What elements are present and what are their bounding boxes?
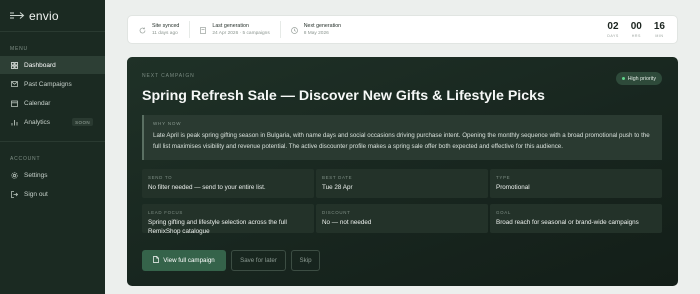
countdown-days: 02 DAYS xyxy=(607,20,619,38)
field-value: No — not needed xyxy=(322,219,372,226)
field-label: BEST DATE xyxy=(322,175,353,180)
field-value: Tue 28 Apr xyxy=(322,184,353,191)
sidebar-item-label: Sign out xyxy=(24,190,48,198)
field-best-date: BEST DATE Tue 28 Apr xyxy=(316,169,488,198)
mail-icon xyxy=(11,81,18,88)
why-now-text: Late April is peak spring gifting season… xyxy=(153,132,650,150)
bar-chart-icon xyxy=(11,119,18,126)
soon-badge: SOON xyxy=(72,118,93,126)
sidebar-item-calendar[interactable]: Calendar xyxy=(0,94,105,112)
sidebar-item-past-campaigns[interactable]: Past Campaigns xyxy=(0,75,105,93)
sign-out-icon xyxy=(11,190,18,198)
last-generation-title: Last generation xyxy=(212,23,249,29)
countdown-hours-label: HRS xyxy=(631,33,641,38)
countdown-hours: 00 HRS xyxy=(630,20,642,38)
countdown-timer: 02 DAYS 00 HRS 16 MIN xyxy=(607,20,677,38)
gear-icon xyxy=(11,171,18,179)
field-value: No filter needed — send to your entire l… xyxy=(148,184,266,191)
field-label: LEAD FOCUS xyxy=(148,210,184,215)
document-icon xyxy=(153,256,160,265)
sidebar-item-settings[interactable]: Settings xyxy=(0,166,105,184)
grid-icon xyxy=(11,61,18,69)
last-generation-detail: 24 Apr 2026 · 5 campaigns xyxy=(212,31,270,36)
sidebar-item-dashboard[interactable]: Dashboard xyxy=(0,56,105,74)
countdown-hours-value: 00 xyxy=(630,20,642,32)
account-heading: ACCOUNT xyxy=(10,156,41,162)
clock-icon xyxy=(290,21,298,39)
campaign-title: Spring Refresh Sale — Discover New Gifts… xyxy=(142,88,545,104)
sidebar-item-label: Dashboard xyxy=(24,61,56,69)
sidebar: envio MENU Dashboard Past Campaigns Cale… xyxy=(0,0,105,294)
generation-status-bar: Site synced 11 days ago Last generation … xyxy=(127,15,678,44)
campaign-details-grid: SEND TO No filter needed — send to your … xyxy=(142,169,662,235)
countdown-days-label: DAYS xyxy=(607,33,619,38)
priority-label: High priority xyxy=(627,75,656,82)
field-value: Broad reach for seasonal or brand-wide c… xyxy=(496,219,639,226)
sidebar-item-label: Analytics xyxy=(24,118,51,126)
why-now-callout: WHY NOW Late April is peak spring giftin… xyxy=(142,115,662,160)
sidebar-item-sign-out[interactable]: Sign out xyxy=(0,185,105,203)
countdown-minutes: 16 MIN xyxy=(653,20,665,38)
site-synced-title: Site synced xyxy=(152,23,180,29)
status-last-generation: Last generation 24 Apr 2026 · 5 campaign… xyxy=(189,21,279,38)
countdown-minutes-label: MIN xyxy=(655,33,664,38)
sidebar-item-analytics[interactable]: Analytics SOON xyxy=(0,113,105,131)
skip-button[interactable]: Skip xyxy=(291,250,320,271)
field-type: TYPE Promotional xyxy=(490,169,662,198)
logo-arrow-icon xyxy=(10,11,26,20)
site-synced-time: 11 days ago xyxy=(152,31,178,36)
field-label: GOAL xyxy=(496,210,512,215)
next-generation-title: Next generation xyxy=(303,23,342,29)
countdown-minutes-value: 16 xyxy=(653,20,665,32)
field-lead-focus: LEAD FOCUS Spring gifting and lifestyle … xyxy=(142,204,314,235)
view-full-campaign-button[interactable]: View full campaign xyxy=(142,250,226,271)
field-label: DISCOUNT xyxy=(322,210,351,215)
brand-logo[interactable]: envio xyxy=(0,0,105,32)
card-eyebrow: NEXT CAMPAIGN xyxy=(142,73,195,79)
sidebar-item-label: Past Campaigns xyxy=(24,80,72,88)
sync-icon xyxy=(139,21,146,39)
brand-name: envio xyxy=(29,8,59,23)
document-icon xyxy=(200,21,207,39)
field-label: TYPE xyxy=(496,175,511,180)
field-goal: GOAL Broad reach for seasonal or brand-w… xyxy=(490,204,662,233)
countdown-days-value: 02 xyxy=(607,20,619,32)
priority-badge: High priority xyxy=(615,72,662,85)
status-next-generation: Next generation 8 May 2026 xyxy=(279,21,351,39)
menu-heading: MENU xyxy=(10,46,28,52)
field-discount: DISCOUNT No — not needed xyxy=(316,204,488,233)
sidebar-divider xyxy=(0,141,105,142)
campaign-actions: View full campaign Save for later Skip xyxy=(142,250,320,271)
save-for-later-button[interactable]: Save for later xyxy=(231,250,286,271)
field-value: Promotional xyxy=(496,184,530,191)
calendar-icon xyxy=(11,100,18,107)
view-full-campaign-label: View full campaign xyxy=(163,257,215,264)
field-value: Spring gifting and lifestyle selection a… xyxy=(148,219,287,235)
sidebar-item-label: Settings xyxy=(24,171,48,179)
sidebar-item-label: Calendar xyxy=(24,99,51,107)
next-campaign-card: NEXT CAMPAIGN High priority Spring Refre… xyxy=(127,57,678,286)
next-generation-date: 8 May 2026 xyxy=(303,31,329,36)
why-now-label: WHY NOW xyxy=(153,121,182,126)
priority-dot-icon xyxy=(621,77,625,80)
field-label: SEND TO xyxy=(148,175,173,180)
status-site-synced: Site synced 11 days ago xyxy=(128,16,189,43)
field-send-to: SEND TO No filter needed — send to your … xyxy=(142,169,314,198)
